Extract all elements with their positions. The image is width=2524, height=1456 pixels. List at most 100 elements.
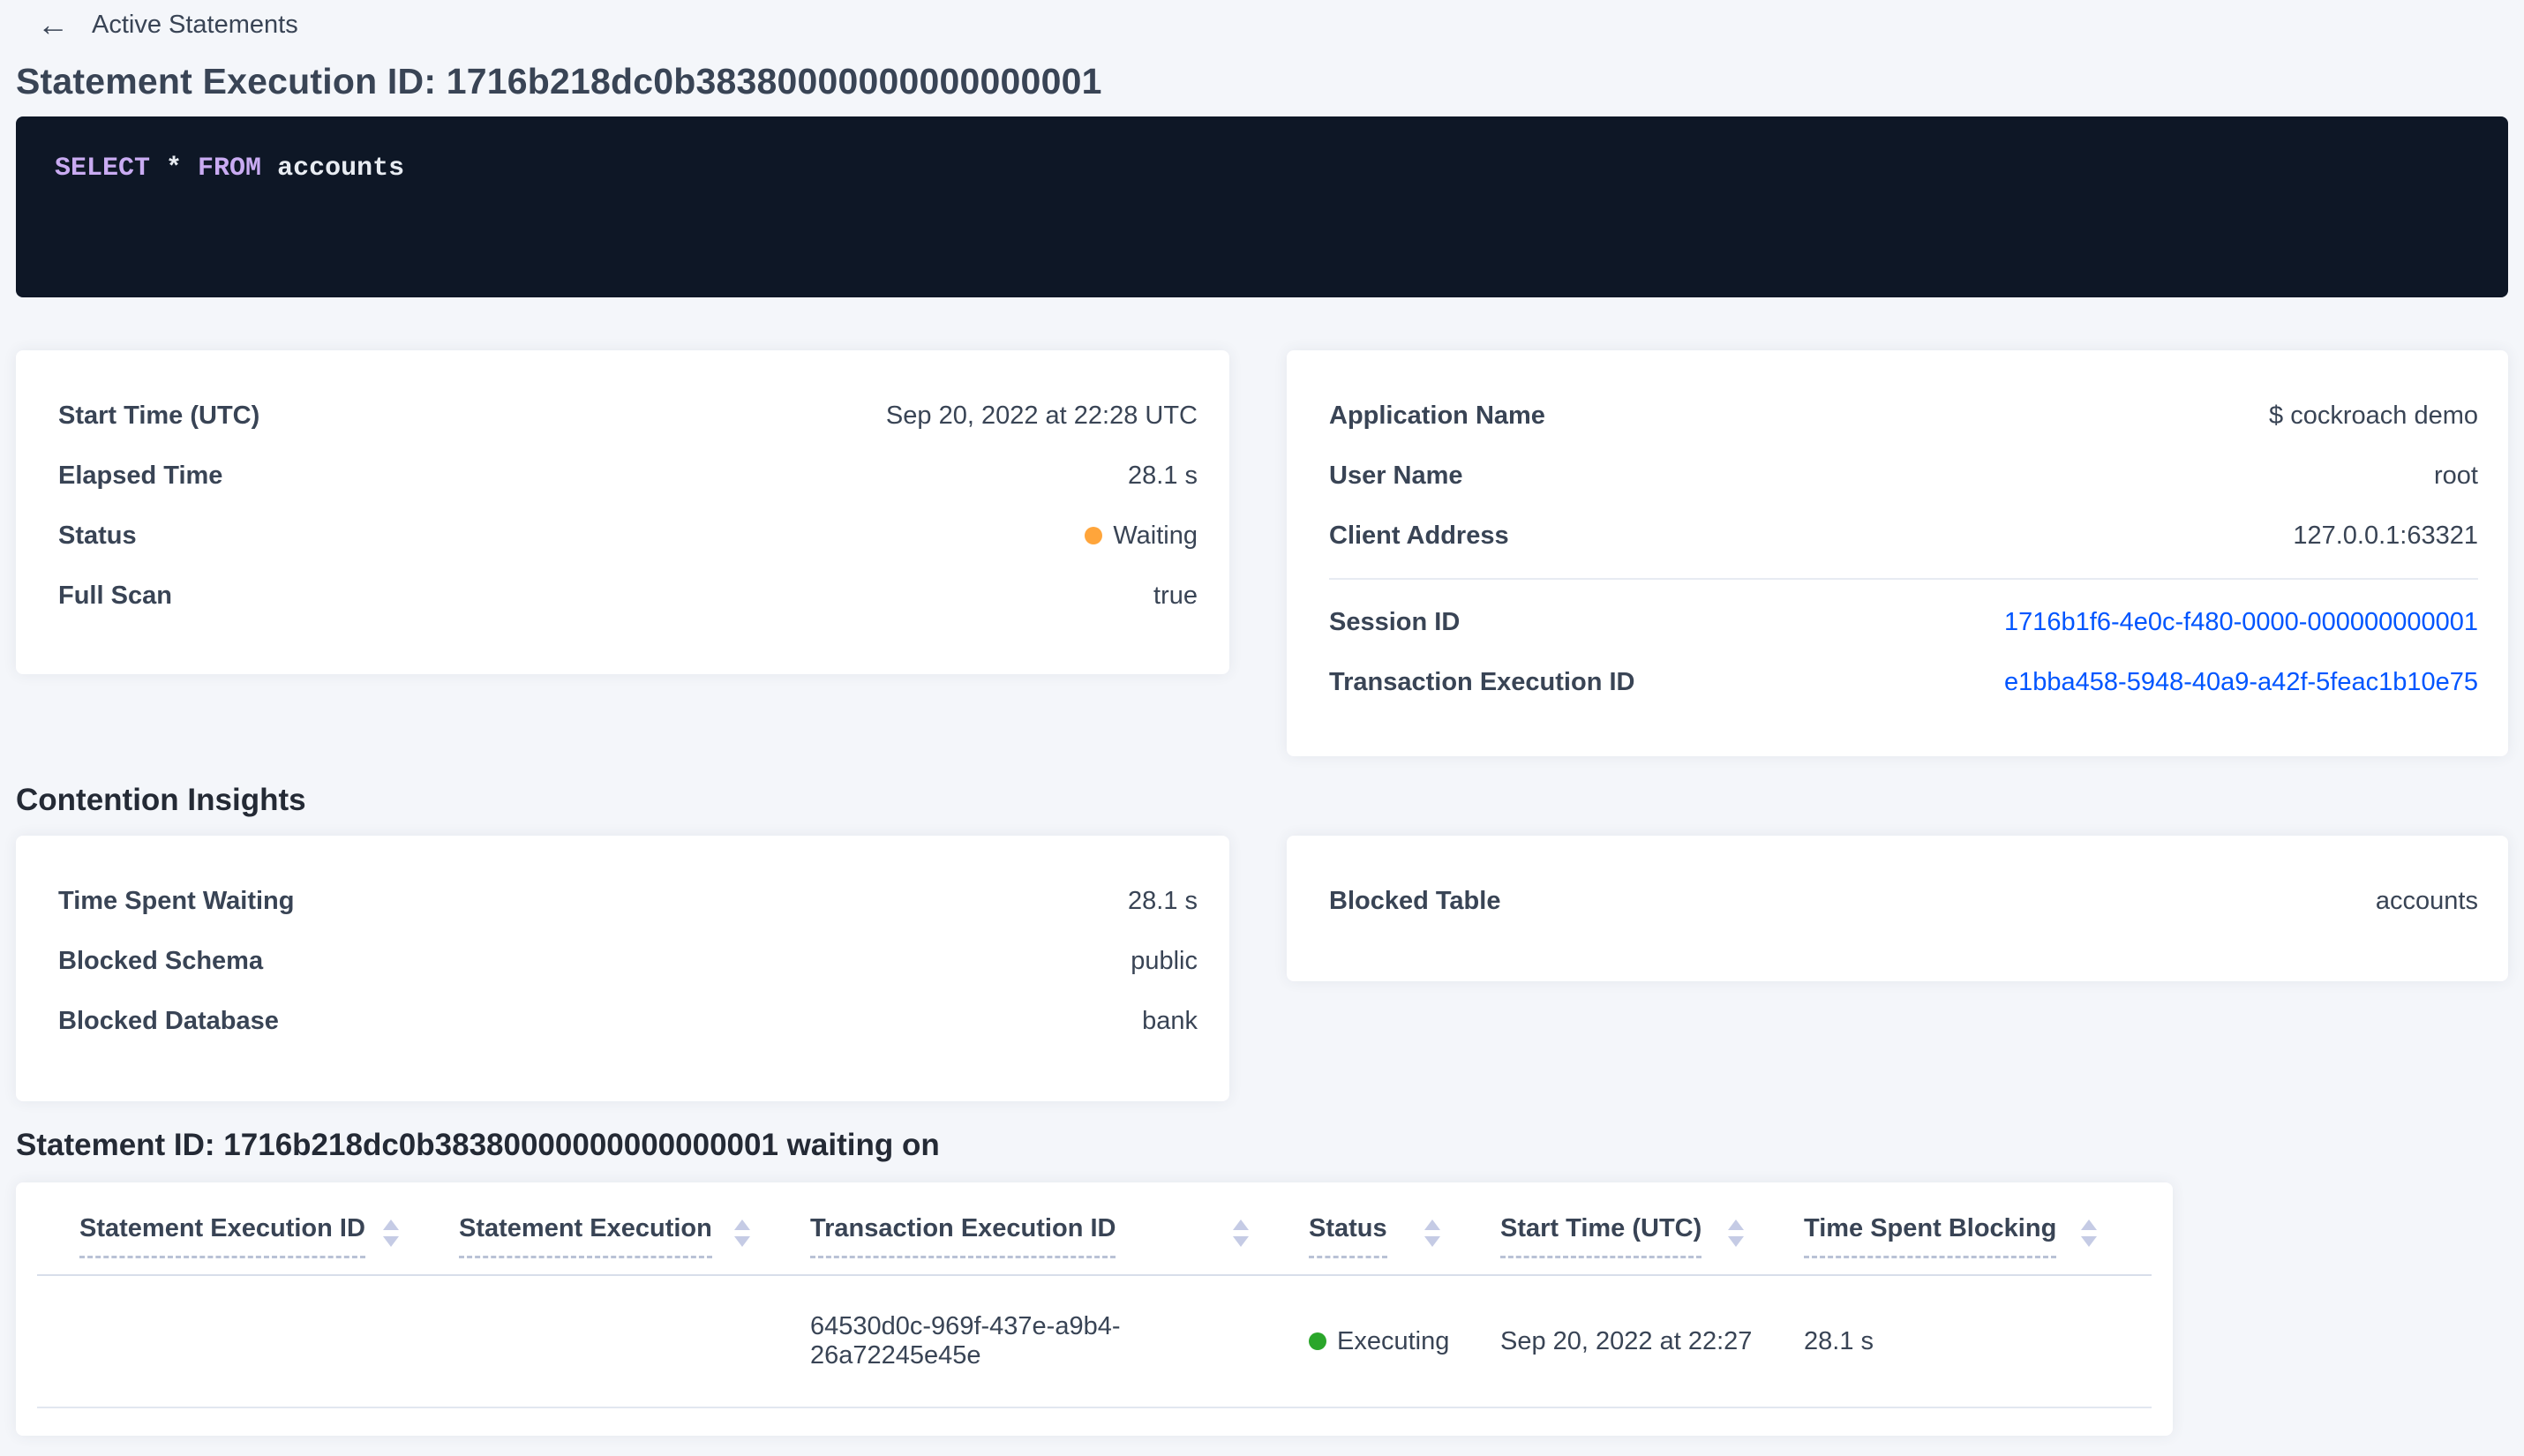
status-value: Executing [1337, 1326, 1450, 1355]
cell-time-spent-blocking: 28.1 s [1804, 1326, 1874, 1355]
start-time-value: Sep 20, 2022 at 22:28 UTC [885, 401, 1198, 430]
caret-down-icon [734, 1236, 750, 1247]
column-header-status[interactable]: Status [1309, 1214, 1500, 1258]
kv-row-user-name: User Name root [1329, 446, 2478, 506]
waiting-on-heading: Statement ID: 1716b218dc0b38380000000000… [16, 1128, 940, 1162]
back-link-active-statements[interactable]: ← Active Statements [37, 7, 298, 42]
kv-label: Elapsed Time [58, 461, 223, 490]
caret-up-icon [1424, 1220, 1440, 1230]
sql-keyword: FROM [198, 154, 262, 184]
column-header-label: Start Time (UTC) [1500, 1214, 1702, 1258]
kv-row-transaction-execution-id: Transaction Execution ID e1bba458-5948-4… [1329, 652, 2478, 712]
contention-insights-heading: Contention Insights [16, 783, 306, 817]
kv-label: Application Name [1329, 401, 1545, 430]
time-spent-waiting-value: 28.1 s [1128, 886, 1198, 915]
blocked-database-value: bank [1142, 1006, 1198, 1035]
blocked-table-card: Blocked Table accounts [1287, 836, 2508, 981]
statement-execution-details-page: ← Active Statements Statement Execution … [0, 0, 2524, 1436]
kv-row-session-id: Session ID 1716b1f6-4e0c-f480-0000-00000… [1329, 592, 2478, 652]
status-badge: Waiting [1085, 522, 1198, 551]
kv-row-application-name: Application Name $ cockroach demo [1329, 386, 2478, 446]
kv-label: Time Spent Waiting [58, 886, 295, 915]
kv-row-status: Status Waiting [58, 506, 1198, 566]
waiting-status-dot-icon [1085, 527, 1103, 544]
column-header-time-spent-blocking[interactable]: Time Spent Blocking [1804, 1214, 2120, 1258]
cell-start-time: Sep 20, 2022 at 22:27 [1500, 1326, 1753, 1355]
kv-label: Client Address [1329, 521, 1509, 550]
kv-row-blocked-table: Blocked Table accounts [1329, 871, 2478, 931]
client-address-value: 127.0.0.1:63321 [2293, 521, 2478, 550]
kv-row-full-scan: Full Scan true [58, 566, 1198, 626]
cell-transaction-execution-id: 64530d0c-969f-437e-a9b4-26a72245e45e [810, 1312, 1121, 1370]
kv-label: Transaction Execution ID [1329, 667, 1635, 696]
waiting-on-table: Statement Execution ID Statement Executi… [16, 1182, 2173, 1436]
sql-statement-box: SELECT * FROM accounts [16, 116, 2508, 297]
column-header-statement-execution-id[interactable]: Statement Execution ID [79, 1214, 459, 1258]
caret-up-icon [383, 1220, 399, 1230]
cell-status: Executing [1309, 1327, 1500, 1356]
kv-row-blocked-database: Blocked Database bank [58, 991, 1198, 1051]
session-id-link[interactable]: 1716b1f6-4e0c-f480-0000-000000000001 [2004, 608, 2478, 637]
caret-down-icon [383, 1236, 399, 1247]
column-header-label: Statement Execution [459, 1214, 712, 1258]
kv-row-elapsed-time: Elapsed Time 28.1 s [58, 446, 1198, 506]
sort-icon [383, 1214, 399, 1247]
kv-label: Full Scan [58, 581, 172, 610]
kv-label: User Name [1329, 461, 1463, 490]
sort-icon [1424, 1214, 1440, 1247]
overview-cards-row: Start Time (UTC) Sep 20, 2022 at 22:28 U… [16, 350, 2508, 756]
kv-label: Blocked Schema [58, 946, 264, 975]
caret-up-icon [1233, 1220, 1249, 1230]
column-header-start-time[interactable]: Start Time (UTC) [1500, 1214, 1804, 1258]
sql-text: * [150, 154, 199, 184]
sort-icon [734, 1214, 750, 1247]
kv-row-client-address: Client Address 127.0.0.1:63321 [1329, 506, 2478, 566]
caret-down-icon [1424, 1236, 1440, 1247]
blocked-schema-value: public [1131, 946, 1198, 975]
kv-row-blocked-schema: Blocked Schema public [58, 931, 1198, 991]
column-header-label: Transaction Execution ID [810, 1214, 1116, 1258]
column-header-transaction-execution-id[interactable]: Transaction Execution ID [810, 1214, 1309, 1258]
sql-statement-text: SELECT * FROM accounts [55, 154, 2469, 184]
status-value: Waiting [1113, 521, 1198, 550]
caret-down-icon [1233, 1236, 1249, 1247]
sort-icon [2081, 1214, 2097, 1247]
sql-table-name: accounts [261, 154, 405, 184]
kv-label: Start Time (UTC) [58, 401, 260, 430]
session-overview-card: Application Name $ cockroach demo User N… [1287, 350, 2508, 756]
sort-icon [1728, 1214, 1744, 1247]
kv-row-time-spent-waiting: Time Spent Waiting 28.1 s [58, 871, 1198, 931]
column-header-label: Status [1309, 1214, 1387, 1258]
table-row: 64530d0c-969f-437e-a9b4-26a72245e45e Exe… [37, 1276, 2152, 1408]
executing-status-dot-icon [1309, 1332, 1326, 1350]
caret-up-icon [1728, 1220, 1744, 1230]
contention-details-card: Time Spent Waiting 28.1 s Blocked Schema… [16, 836, 1229, 1101]
contention-cards-row: Time Spent Waiting 28.1 s Blocked Schema… [16, 836, 2508, 1101]
back-link-label: Active Statements [92, 10, 298, 39]
caret-up-icon [734, 1220, 750, 1230]
page-title: Statement Execution ID: 1716b218dc0b3838… [16, 61, 1102, 101]
caret-down-icon [2081, 1236, 2097, 1247]
blocked-table-value: accounts [2375, 886, 2478, 915]
column-header-label: Statement Execution ID [79, 1214, 365, 1258]
application-name-value: $ cockroach demo [2269, 401, 2478, 430]
back-arrow-icon: ← [37, 6, 69, 42]
waiting-on-table-header: Statement Execution ID Statement Executi… [37, 1182, 2152, 1276]
kv-label: Status [58, 521, 137, 550]
kv-row-start-time: Start Time (UTC) Sep 20, 2022 at 22:28 U… [58, 386, 1198, 446]
kv-label: Blocked Table [1329, 886, 1501, 915]
full-scan-value: true [1153, 581, 1198, 610]
transaction-execution-id-link[interactable]: e1bba458-5948-40a9-a42f-5feac1b10e75 [2004, 668, 2478, 697]
user-name-value: root [2434, 461, 2478, 490]
sort-icon [1233, 1214, 1249, 1247]
statement-overview-card: Start Time (UTC) Sep 20, 2022 at 22:28 U… [16, 350, 1229, 674]
caret-down-icon [1728, 1236, 1744, 1247]
card-divider [1329, 578, 2478, 580]
column-header-statement-execution[interactable]: Statement Execution [459, 1214, 810, 1258]
kv-label: Session ID [1329, 607, 1461, 636]
kv-label: Blocked Database [58, 1006, 279, 1035]
caret-up-icon [2081, 1220, 2097, 1230]
column-header-label: Time Spent Blocking [1804, 1214, 2057, 1258]
sql-keyword: SELECT [55, 154, 151, 184]
elapsed-time-value: 28.1 s [1128, 461, 1198, 490]
